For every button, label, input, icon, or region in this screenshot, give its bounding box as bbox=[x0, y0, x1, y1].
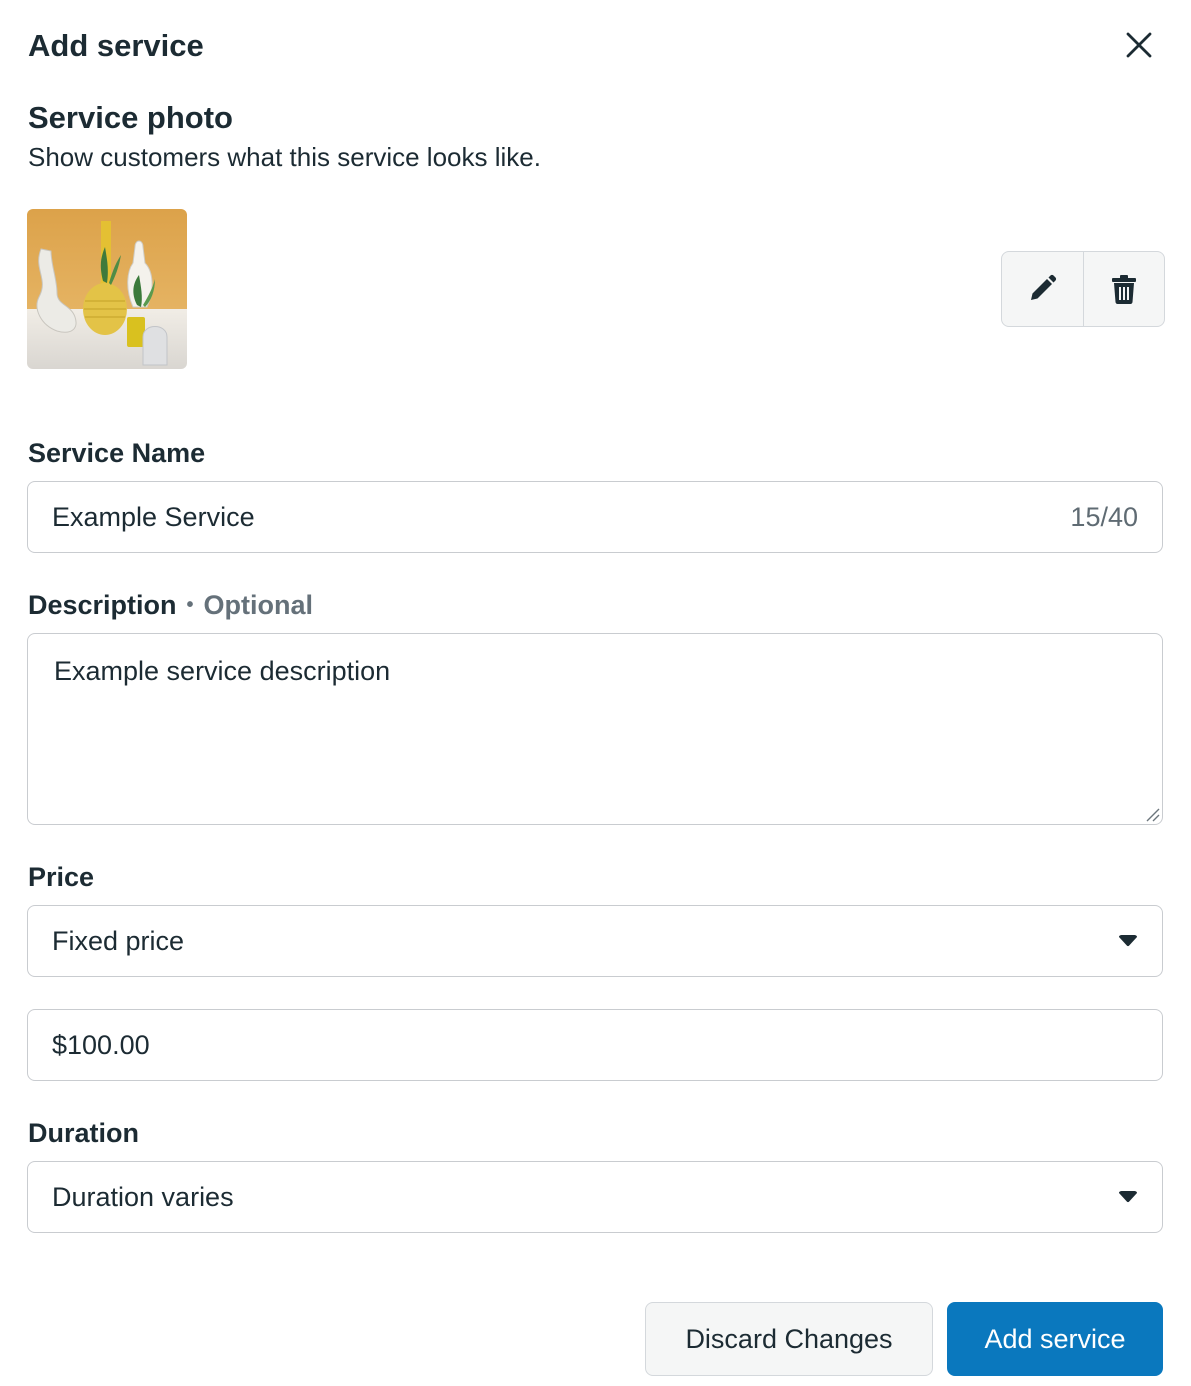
discard-changes-button[interactable]: Discard Changes bbox=[645, 1302, 933, 1376]
description-label-text: Description bbox=[28, 590, 177, 620]
add-service-button[interactable]: Add service bbox=[947, 1302, 1163, 1376]
close-icon bbox=[1126, 32, 1152, 58]
price-label: Price bbox=[28, 862, 95, 892]
caret-down-icon bbox=[1119, 935, 1137, 947]
service-photo bbox=[27, 209, 187, 369]
separator-dot: • bbox=[186, 594, 194, 616]
price-type-value: Fixed price bbox=[52, 925, 185, 956]
price-amount-input[interactable]: $100.00 bbox=[27, 1009, 1163, 1081]
description-value: Example service description bbox=[54, 656, 391, 686]
edit-photo-button[interactable] bbox=[1002, 252, 1083, 326]
description-label: Description • Optional bbox=[28, 588, 313, 622]
dialog-title: Add service bbox=[28, 28, 204, 63]
service-name-input[interactable]: Example Service 15/40 bbox=[27, 481, 1163, 553]
caret-down-icon bbox=[1119, 1191, 1137, 1203]
add-service-dialog: Add service Service photo Show customers… bbox=[0, 0, 1191, 1386]
optional-tag: Optional bbox=[203, 590, 314, 620]
duration-value: Duration varies bbox=[52, 1181, 234, 1212]
duration-select[interactable]: Duration varies bbox=[27, 1161, 1163, 1233]
pencil-icon bbox=[1031, 274, 1057, 300]
photo-section-title: Service photo bbox=[28, 100, 233, 135]
photo-section-subtitle: Show customers what this service looks l… bbox=[28, 142, 541, 172]
service-name-value: Example Service bbox=[52, 501, 255, 532]
trash-icon bbox=[1111, 275, 1136, 304]
resize-handle-icon[interactable] bbox=[1144, 806, 1160, 822]
photo-actions-group bbox=[1001, 251, 1165, 327]
close-button[interactable] bbox=[1118, 24, 1160, 66]
service-name-label: Service Name bbox=[28, 438, 206, 468]
character-counter: 15/40 bbox=[1070, 501, 1138, 532]
duration-label: Duration bbox=[28, 1118, 139, 1148]
description-textarea[interactable]: Example service description bbox=[27, 633, 1163, 825]
price-type-select[interactable]: Fixed price bbox=[27, 905, 1163, 977]
price-amount-value: $100.00 bbox=[52, 1029, 150, 1060]
delete-photo-button[interactable] bbox=[1082, 252, 1165, 326]
